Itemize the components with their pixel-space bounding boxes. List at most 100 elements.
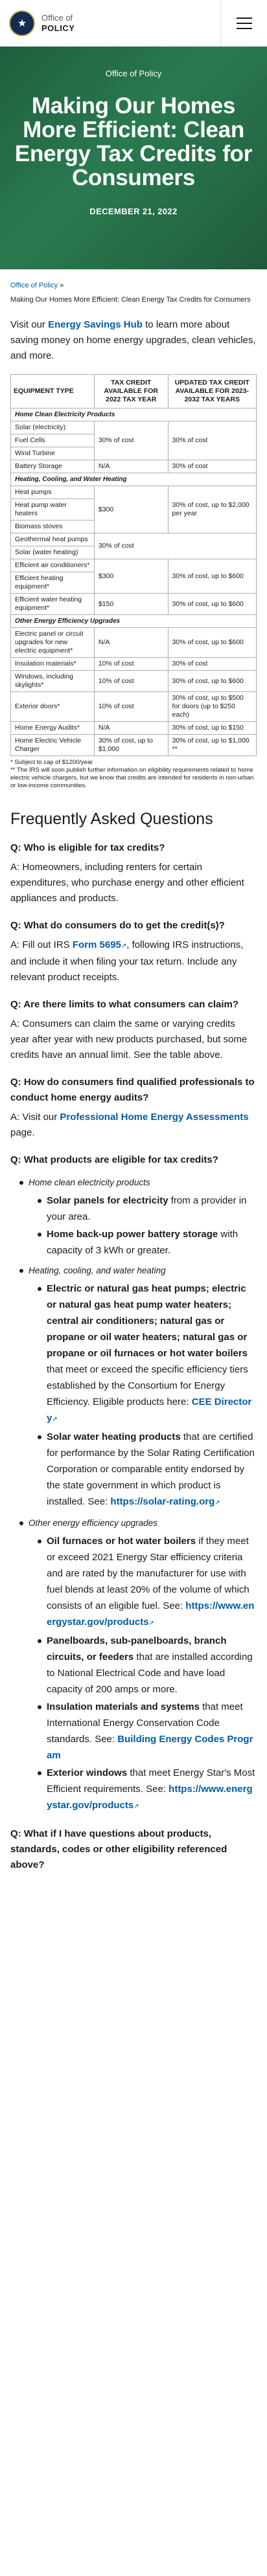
form-5695-link[interactable]: Form 5695	[73, 939, 121, 950]
table-cell-2022: 10% of cost	[93, 657, 168, 671]
publish-date: DECEMBER 21, 2022	[89, 207, 178, 216]
table-cell-type: Efficient heating equipment*	[10, 572, 95, 594]
answer-text: A: Visit our	[10, 1112, 60, 1123]
table-cell-type: Efficient water heating equipment*	[10, 593, 95, 615]
faq-answer: A: Consumers can claim the same or varyi…	[10, 1018, 248, 1060]
item-title: Exterior windows	[47, 1767, 128, 1778]
table-cell-2022: N/A	[93, 460, 168, 473]
table-cell-2032: 30% of cost, up to $1,000 **	[167, 734, 257, 756]
table-cell-2032: 30% of cost	[167, 460, 257, 473]
product-category: Heating, cooling, and water heating Elec…	[19, 1264, 257, 1511]
table-cell-type: Solar (water heating)	[10, 546, 95, 559]
site-header: ★ Office of POLICY	[0, 0, 267, 47]
office-name[interactable]: Office of POLICY	[41, 13, 75, 34]
footnote-cap: * Subject to cap of $1200/year	[10, 759, 93, 766]
hero-banner: Office of Policy Making Our Homes More E…	[0, 47, 267, 269]
answer-text: A: Fill out IRS	[10, 939, 73, 950]
breadcrumb-current: Making Our Homes More Efficient: Clean E…	[10, 296, 251, 304]
list-item: Home back-up power battery storage with …	[38, 1226, 257, 1259]
breadcrumb: Office of Policy » Making Our Homes More…	[0, 269, 267, 307]
category-label: Home clean electricity products	[29, 1178, 150, 1187]
category-label: Heating, cooling, and water heating	[29, 1266, 166, 1275]
table-cell-2022: $300	[93, 486, 168, 533]
list-item: Oil furnaces or hot water boilers if the…	[38, 1533, 257, 1631]
home-energy-assessments-link[interactable]: Professional Home Energy Assessments	[60, 1112, 248, 1123]
faq-question: Q: What if I have questions about produc…	[10, 1828, 227, 1870]
table-cell-type: Fuel Cells	[10, 434, 95, 447]
footnote-ev-charger: ** The IRS will soon publish further inf…	[10, 767, 254, 789]
table-cell-type: Home Energy Audits*	[10, 721, 95, 735]
item-title: Home back-up power battery storage	[47, 1229, 218, 1240]
eligible-products-list: Home clean electricity products Solar pa…	[10, 1176, 257, 1815]
product-category: Other energy efficiency upgrades Oil fur…	[19, 1516, 257, 1815]
table-header-equipment: EQUIPMENT TYPE	[10, 374, 95, 409]
table-cell-2032: 30% of cost, up to $600	[167, 559, 257, 594]
table-cell-2032: 30% of cost, up to $600	[167, 627, 257, 658]
table-cell-2022: 10% of cost	[93, 670, 168, 692]
table-cell-type: Home Electric Vehicle Charger	[10, 734, 95, 756]
table-cell-2032: 30% of cost, up to $600	[167, 593, 257, 615]
table-cell-type: Efficient air conditioners*	[10, 559, 95, 572]
item-title: Oil furnaces or hot water boilers	[47, 1536, 196, 1547]
table-cell-type: Exterior doors*	[10, 691, 95, 722]
faq-question: Q: How do consumers find qualified profe…	[10, 1077, 255, 1103]
faq-answer: A: Visit our Professional Home Energy As…	[10, 1110, 257, 1141]
category-label: Other energy efficiency upgrades	[29, 1518, 157, 1528]
list-item: Solar water heating products that are ce…	[38, 1429, 257, 1511]
table-cell-2022: 30% of cost	[93, 421, 168, 460]
energy-savings-hub-link[interactable]: Energy Savings Hub	[48, 319, 143, 330]
table-cell-type: Heat pumps	[10, 486, 95, 499]
list-item: Insulation materials and systems that me…	[38, 1699, 257, 1764]
table-cell-2032: 30% of cost, up to $600	[167, 670, 257, 692]
product-sublist: Electric or natural gas heat pumps; elec…	[29, 1281, 257, 1511]
item-title: Solar panels for electricity	[47, 1195, 168, 1206]
table-cell-2032: 30% of cost, up to $500 for doors (up to…	[167, 691, 257, 722]
table-cell-type: Battery Storage	[10, 460, 95, 473]
table-cell-2032: 30% of cost, up to $150	[167, 721, 257, 735]
item-title: Insulation materials and systems	[47, 1701, 200, 1712]
faq-list: Q: Who is eligible for tax credits? A: H…	[10, 840, 257, 1873]
faq-answer: A: Homeowners, including renters for cer…	[10, 862, 244, 904]
table-cell-type: Insulation materials*	[10, 657, 95, 671]
table-header-2023-2032: UPDATED TAX CREDIT AVAILABLE FOR 2023-20…	[167, 374, 257, 409]
table-cell-2022: N/A	[93, 721, 168, 735]
list-item: Solar panels for electricity from a prov…	[38, 1193, 257, 1225]
product-sublist: Oil furnaces or hot water boilers if the…	[29, 1533, 257, 1815]
table-cell-type: Heat pump water heaters	[10, 498, 95, 521]
list-item: Exterior windows that meet Energy Star's…	[38, 1765, 257, 1815]
table-section-title: Home Clean Electricity Products	[10, 408, 257, 421]
list-item: Panelboards, sub-panelboards, branch cir…	[38, 1633, 257, 1697]
table-cell-type: Windows, including skylights*	[10, 670, 95, 692]
hero-office-label: Office of Policy	[105, 69, 162, 78]
tax-credit-table: EQUIPMENT TYPE TAX CREDIT AVAILABLE FOR …	[10, 374, 257, 756]
intro-text: Visit our	[10, 319, 49, 330]
table-cell-2022: $150	[93, 593, 168, 615]
hamburger-icon	[236, 17, 252, 29]
product-sublist: Solar panels for electricity from a prov…	[29, 1193, 257, 1259]
table-cell-type: Biomass stoves	[10, 520, 95, 533]
table-cell-type: Solar (electricity)	[10, 421, 95, 434]
table-cell-type: Geothermal heat pumps	[10, 533, 95, 546]
doe-seal-logo[interactable]: ★	[9, 10, 35, 36]
table-footnotes: * Subject to cap of $1200/year ** The IR…	[10, 759, 257, 790]
table-cell-2022: $300	[93, 559, 168, 594]
table-section-title: Other Energy Efficiency Upgrades	[10, 614, 257, 628]
seal-glyph: ★	[17, 17, 27, 29]
page-title: Making Our Homes More Efficient: Clean E…	[14, 93, 253, 190]
answer-text-end: page.	[10, 1127, 35, 1138]
main-content: Visit our Energy Savings Hub to learn mo…	[0, 317, 267, 1873]
intro-paragraph: Visit our Energy Savings Hub to learn mo…	[10, 317, 257, 364]
faq-question: Q: What products are eligible for tax cr…	[10, 1154, 218, 1165]
product-category: Home clean electricity products Solar pa…	[19, 1176, 257, 1259]
table-cell-type: Electric panel or circuit upgrades for n…	[10, 627, 95, 658]
table-cell-2022: 10% of cost	[93, 691, 168, 722]
table-cell-type: Wind Turbine	[10, 447, 95, 460]
breadcrumb-link-office-of-policy[interactable]: Office of Policy	[10, 282, 58, 289]
menu-button[interactable]	[220, 0, 267, 47]
table-header-2022: TAX CREDIT AVAILABLE FOR 2022 TAX YEAR	[93, 374, 168, 409]
table-cell-2022: N/A	[93, 627, 168, 658]
solar-rating-link[interactable]: https://solar-rating.org	[110, 1496, 215, 1507]
table-cell-2032: 30% of cost, up to $2,000 per year	[167, 486, 257, 533]
table-cell-2022: 30% of cost, up to $1,000	[93, 734, 168, 756]
list-item: Electric or natural gas heat pumps; elec…	[38, 1281, 257, 1428]
